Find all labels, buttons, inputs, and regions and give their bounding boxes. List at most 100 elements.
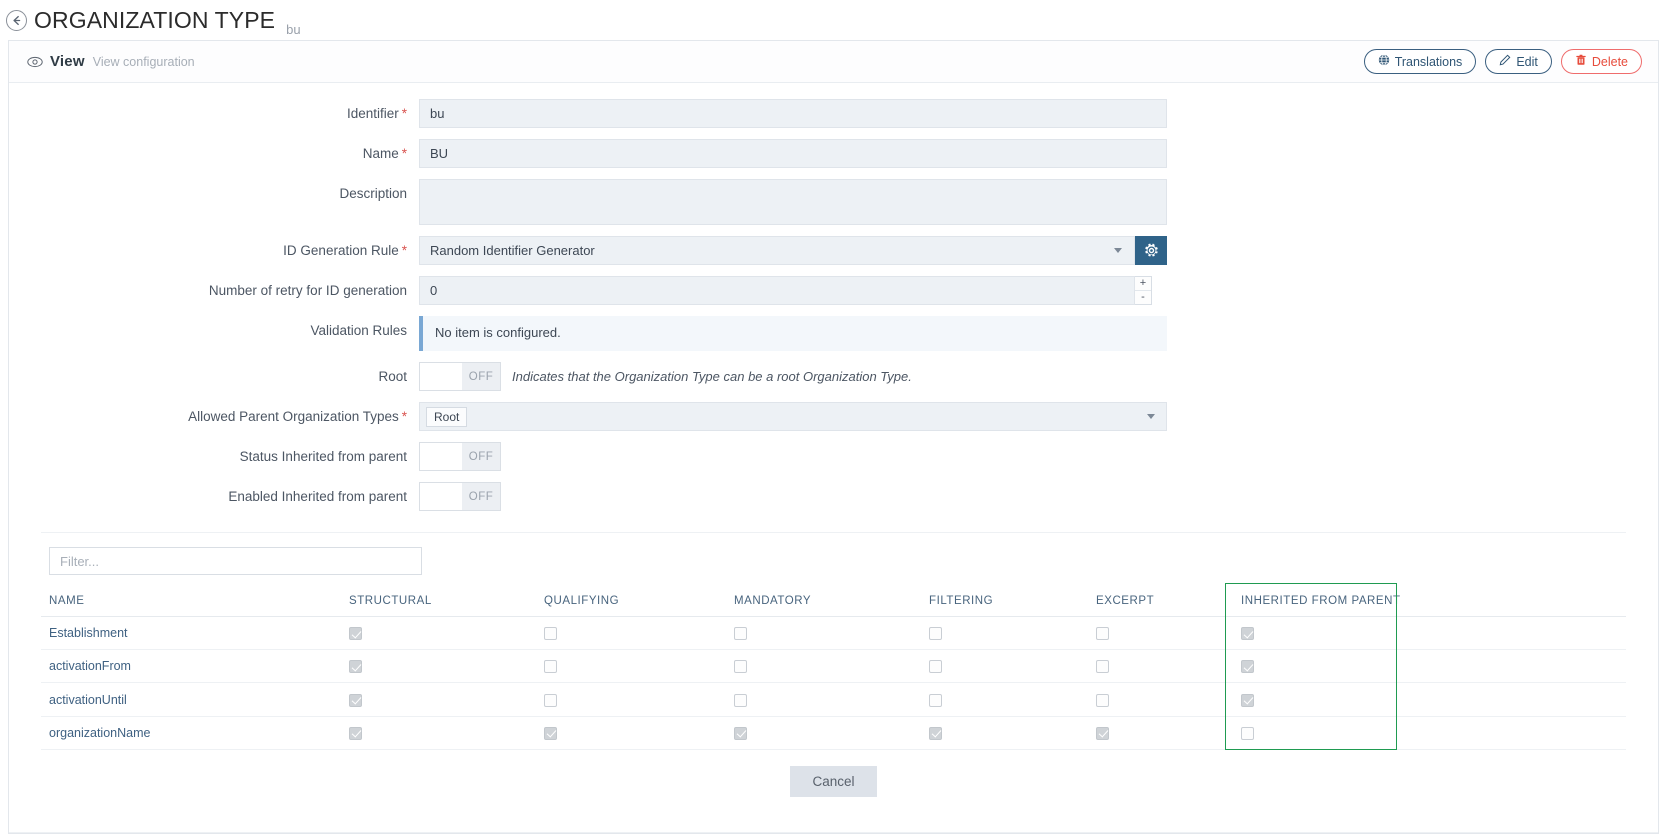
table-body: EstablishmentactivationFromactivationUnt… — [41, 617, 1626, 750]
allowed-parent-types-label: Allowed Parent Organization Types* — [9, 402, 419, 424]
cell-inherited — [1233, 716, 1626, 749]
page-title: ORGANIZATION TYPE — [34, 7, 275, 34]
cell-qualifying — [536, 650, 726, 683]
checkbox-filtering[interactable] — [929, 694, 942, 707]
required-marker: * — [402, 243, 407, 258]
cell-structural — [341, 716, 536, 749]
checkbox-excerpt[interactable] — [1096, 660, 1109, 673]
gear-icon[interactable] — [1135, 236, 1167, 265]
description-textarea[interactable] — [419, 179, 1167, 225]
status-inherited-toggle-state: OFF — [462, 443, 500, 470]
cell-attribute-name: Establishment — [41, 617, 341, 650]
column-header-name[interactable]: NAME — [41, 589, 341, 617]
field-row-enabled-inherited: Enabled Inherited from parent OFF — [9, 482, 1658, 511]
chevron-down-icon — [1114, 248, 1122, 253]
checkbox-inherited[interactable] — [1241, 694, 1254, 707]
delete-button[interactable]: Delete — [1561, 49, 1642, 74]
field-row-id-generation-rule: ID Generation Rule* Random Identifier Ge… — [9, 236, 1658, 265]
checkbox-mandatory[interactable] — [734, 694, 747, 707]
column-header-excerpt[interactable]: EXCERPT — [1088, 589, 1233, 617]
checkbox-mandatory[interactable] — [734, 660, 747, 673]
validation-rules-empty-message: No item is configured. — [419, 316, 1167, 351]
toggle-knob — [420, 483, 462, 510]
filter-input[interactable] — [49, 547, 422, 575]
allowed-parent-type-tag[interactable]: Root — [426, 407, 467, 427]
cell-mandatory — [726, 683, 921, 716]
required-marker: * — [402, 409, 407, 424]
column-header-inherited-from-parent[interactable]: INHERITED FROM PARENT — [1233, 589, 1626, 617]
checkbox-inherited[interactable] — [1241, 727, 1254, 740]
enabled-inherited-toggle-state: OFF — [462, 483, 500, 510]
checkbox-excerpt[interactable] — [1096, 627, 1109, 640]
checkbox-mandatory[interactable] — [734, 727, 747, 740]
id-generation-rule-value: Random Identifier Generator — [430, 237, 595, 264]
retry-count-input[interactable]: 0 — [419, 276, 1135, 305]
name-input[interactable]: BU — [419, 139, 1167, 168]
edit-label: Edit — [1516, 55, 1538, 69]
root-toggle[interactable]: OFF — [419, 362, 501, 391]
translations-button[interactable]: Translations — [1364, 49, 1477, 74]
table-header-row: NAMESTRUCTURALQUALIFYINGMANDATORYFILTERI… — [41, 589, 1626, 617]
field-row-description: Description — [9, 179, 1658, 225]
translations-label: Translations — [1395, 55, 1463, 69]
id-generation-rule-select[interactable]: Random Identifier Generator — [419, 236, 1135, 265]
status-inherited-toggle[interactable]: OFF — [419, 442, 501, 471]
column-header-qualifying[interactable]: QUALIFYING — [536, 589, 726, 617]
stepper-decrement-button[interactable]: - — [1135, 291, 1151, 304]
field-row-allowed-parent-types: Allowed Parent Organization Types* Root — [9, 402, 1658, 431]
cell-structural — [341, 617, 536, 650]
cell-inherited — [1233, 617, 1626, 650]
field-row-status-inherited: Status Inherited from parent OFF — [9, 442, 1658, 471]
retry-count-stepper: + - — [1135, 276, 1152, 305]
checkbox-inherited[interactable] — [1241, 660, 1254, 673]
identifier-input[interactable]: bu — [419, 99, 1167, 128]
allowed-parent-types-select[interactable]: Root — [419, 402, 1167, 431]
cell-filtering — [921, 617, 1088, 650]
field-row-identifier: Identifier* bu — [9, 99, 1658, 128]
column-header-mandatory[interactable]: MANDATORY — [726, 589, 921, 617]
checkbox-structural[interactable] — [349, 660, 362, 673]
checkbox-qualifying[interactable] — [544, 627, 557, 640]
checkbox-excerpt[interactable] — [1096, 727, 1109, 740]
cell-filtering — [921, 716, 1088, 749]
delete-label: Delete — [1592, 55, 1628, 69]
cancel-button[interactable]: Cancel — [790, 766, 876, 797]
checkbox-structural[interactable] — [349, 727, 362, 740]
field-row-name: Name* BU — [9, 139, 1658, 168]
checkbox-qualifying[interactable] — [544, 660, 557, 673]
checkbox-filtering[interactable] — [929, 660, 942, 673]
cell-qualifying — [536, 683, 726, 716]
checkbox-structural[interactable] — [349, 627, 362, 640]
checkbox-structural[interactable] — [349, 694, 362, 707]
card-header-actions: Translations Edit Delete — [1364, 49, 1642, 74]
checkbox-filtering[interactable] — [929, 727, 942, 740]
cell-qualifying — [536, 716, 726, 749]
identifier-label: Identifier* — [9, 99, 419, 121]
checkbox-mandatory[interactable] — [734, 627, 747, 640]
attributes-table: NAMESTRUCTURALQUALIFYINGMANDATORYFILTERI… — [41, 589, 1626, 750]
table-row[interactable]: activationFrom — [41, 650, 1626, 683]
validation-rules-label: Validation Rules — [9, 316, 419, 338]
table-row[interactable]: activationUntil — [41, 683, 1626, 716]
column-header-structural[interactable]: STRUCTURAL — [341, 589, 536, 617]
required-marker: * — [402, 146, 407, 161]
checkbox-excerpt[interactable] — [1096, 694, 1109, 707]
stepper-increment-button[interactable]: + — [1135, 277, 1151, 291]
checkbox-filtering[interactable] — [929, 627, 942, 640]
cell-mandatory — [726, 650, 921, 683]
cell-excerpt — [1088, 716, 1233, 749]
enabled-inherited-toggle[interactable]: OFF — [419, 482, 501, 511]
column-header-filtering[interactable]: FILTERING — [921, 589, 1088, 617]
card-header: View View configuration Translations Edi… — [9, 41, 1658, 83]
root-hint: Indicates that the Organization Type can… — [512, 362, 912, 391]
edit-button[interactable]: Edit — [1485, 49, 1552, 74]
checkbox-qualifying[interactable] — [544, 727, 557, 740]
back-arrow-icon[interactable] — [6, 10, 27, 31]
description-label: Description — [9, 179, 419, 201]
name-label: Name* — [9, 139, 419, 161]
cell-attribute-name: activationFrom — [41, 650, 341, 683]
checkbox-inherited[interactable] — [1241, 627, 1254, 640]
checkbox-qualifying[interactable] — [544, 694, 557, 707]
table-row[interactable]: Establishment — [41, 617, 1626, 650]
table-row[interactable]: organizationName — [41, 716, 1626, 749]
